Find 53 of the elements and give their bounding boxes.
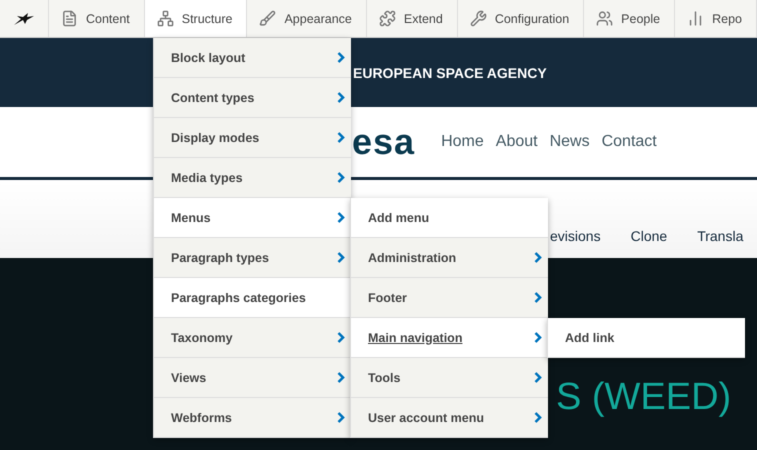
menu-item[interactable]: Main navigation: [350, 318, 548, 358]
chevron-right-icon: [337, 252, 345, 263]
page-tab[interactable]: Transla: [697, 228, 744, 244]
chevron-right-icon: [337, 172, 345, 183]
nav-link[interactable]: About: [496, 133, 538, 151]
menu-item[interactable]: Block layout: [153, 38, 351, 78]
chevron-right-icon: [337, 52, 345, 63]
toolbar-tab[interactable]: Structure: [144, 0, 248, 37]
nav-link[interactable]: Home: [441, 133, 484, 151]
chevron-right-icon: [337, 92, 345, 103]
chevron-right-icon: [337, 372, 345, 383]
menu-item[interactable]: Paragraph types: [153, 238, 351, 278]
menu-item[interactable]: Content types: [153, 78, 351, 118]
chevron-right-icon: [337, 332, 345, 343]
menu-item[interactable]: Views: [153, 358, 351, 398]
menu-item[interactable]: Media types: [153, 158, 351, 198]
chevron-right-icon: [337, 132, 345, 143]
menu-item[interactable]: User account menu: [350, 398, 548, 438]
toolbar-tab[interactable]: People: [584, 0, 676, 37]
sitemap-icon: [156, 10, 174, 27]
toolbar-tab[interactable]: Repo: [675, 0, 757, 37]
chevron-right-icon: [534, 332, 542, 343]
puzzle-icon: [378, 10, 396, 27]
menu-item[interactable]: Taxonomy: [153, 318, 351, 358]
chevron-right-icon: [534, 292, 542, 303]
menu-item[interactable]: Display modes: [153, 118, 351, 158]
wrench-icon: [470, 10, 487, 27]
chevron-right-icon: [337, 212, 345, 223]
page-tab[interactable]: Clone: [630, 228, 668, 244]
nav-link[interactable]: Contact: [602, 133, 657, 151]
menu-item[interactable]: Webforms: [153, 398, 351, 438]
chevron-right-icon: [337, 412, 345, 423]
chevron-right-icon: [534, 412, 542, 423]
chevron-right-icon: [534, 372, 542, 383]
hero-title: S (WEED): [556, 376, 732, 418]
brush-icon: [259, 10, 276, 27]
page-tab[interactable]: evisions: [550, 228, 601, 244]
agency-name: EUROPEAN SPACE AGENCY: [353, 64, 547, 80]
toolbar-tab[interactable]: Configuration: [458, 0, 584, 37]
menu-item[interactable]: Administration: [350, 238, 548, 278]
menu-item[interactable]: Footer: [350, 278, 548, 318]
menu-item[interactable]: Menus: [153, 198, 351, 238]
site-logo[interactable]: esa: [352, 121, 416, 163]
nav-link[interactable]: News: [550, 133, 590, 151]
chevron-right-icon: [534, 252, 542, 263]
toolbar-tab[interactable]: Appearance: [247, 0, 367, 37]
menu-item[interactable]: Add link: [547, 318, 745, 358]
document-icon: [60, 10, 78, 27]
menu-item[interactable]: Paragraphs categories: [153, 278, 351, 318]
menu-item[interactable]: Add menu: [350, 198, 548, 238]
menu-item[interactable]: Tools: [350, 358, 548, 398]
people-icon: [596, 10, 614, 27]
toolbar-tab[interactable]: Extend: [366, 0, 458, 37]
